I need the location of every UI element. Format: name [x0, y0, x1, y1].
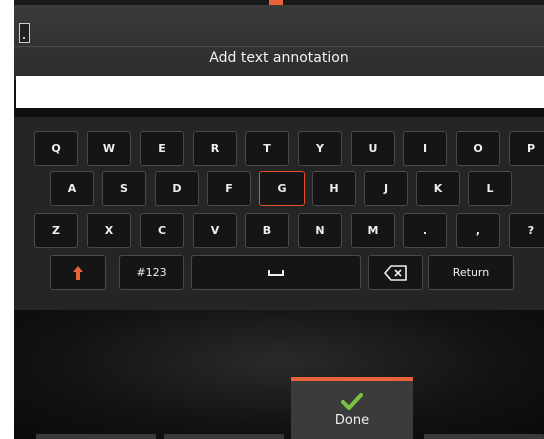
- key-v[interactable]: V: [193, 213, 237, 248]
- key-u[interactable]: U: [351, 131, 395, 166]
- key-h[interactable]: H: [312, 171, 356, 206]
- key-question[interactable]: ?: [509, 213, 544, 248]
- key-c[interactable]: C: [140, 213, 184, 248]
- key-t[interactable]: T: [245, 131, 289, 166]
- space-key[interactable]: [191, 255, 361, 290]
- bottom-tab-1[interactable]: [36, 434, 156, 439]
- key-l[interactable]: L: [468, 171, 512, 206]
- dialog-title: Add text annotation: [209, 50, 349, 66]
- key-r[interactable]: R: [193, 131, 237, 166]
- bottom-tab-4[interactable]: [424, 434, 544, 439]
- key-z[interactable]: Z: [34, 213, 78, 248]
- status-indicator: [19, 23, 30, 43]
- background-image: [14, 5, 544, 80]
- key-m[interactable]: M: [351, 213, 395, 248]
- key-x[interactable]: X: [87, 213, 131, 248]
- key-j[interactable]: J: [364, 171, 408, 206]
- key-e[interactable]: E: [140, 131, 184, 166]
- key-period[interactable]: .: [403, 213, 447, 248]
- key-s[interactable]: S: [102, 171, 146, 206]
- key-o[interactable]: O: [456, 131, 500, 166]
- background-divider: [14, 46, 544, 47]
- key-f[interactable]: F: [207, 171, 251, 206]
- key-g[interactable]: G: [259, 171, 305, 206]
- background-lower: [14, 310, 544, 439]
- key-d[interactable]: D: [155, 171, 199, 206]
- bottom-tab-2[interactable]: [164, 434, 284, 439]
- done-label: Done: [334, 412, 370, 428]
- key-k[interactable]: K: [416, 171, 460, 206]
- camera-screen: Add text annotation Q W E R T Y U I O P …: [14, 0, 544, 439]
- shift-arrow-icon: [73, 265, 83, 280]
- key-n[interactable]: N: [298, 213, 342, 248]
- checkmark-icon: [341, 392, 363, 410]
- space-bar-icon: [268, 269, 284, 276]
- annotation-text-input[interactable]: [16, 76, 544, 108]
- backspace-key[interactable]: [368, 255, 423, 290]
- key-p[interactable]: P: [509, 131, 544, 166]
- key-y[interactable]: Y: [298, 131, 342, 166]
- key-q[interactable]: Q: [34, 131, 78, 166]
- key-a[interactable]: A: [50, 171, 94, 206]
- key-b[interactable]: B: [245, 213, 289, 248]
- key-i[interactable]: I: [403, 131, 447, 166]
- key-w[interactable]: W: [87, 131, 131, 166]
- done-button[interactable]: Done: [291, 377, 413, 439]
- shift-key[interactable]: [50, 255, 106, 290]
- symbols-key[interactable]: #123: [119, 255, 184, 290]
- key-comma[interactable]: ,: [456, 213, 500, 248]
- on-screen-keyboard: Q W E R T Y U I O P A S D F G H J K L Z …: [14, 117, 544, 310]
- backspace-icon: [383, 264, 407, 281]
- return-key[interactable]: Return: [428, 255, 514, 290]
